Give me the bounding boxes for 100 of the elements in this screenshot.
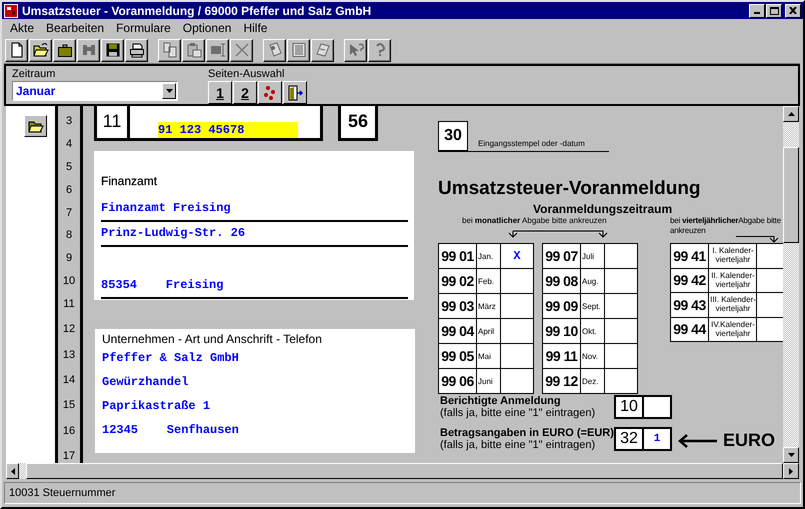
open-button[interactable] <box>24 115 47 137</box>
map-icon <box>314 42 330 58</box>
line-number: 16 <box>62 424 76 439</box>
close-icon <box>789 7 797 14</box>
address-line[interactable]: 12345 Senfhausen <box>102 421 409 445</box>
app-icon <box>4 4 18 18</box>
binoculars-icon <box>80 42 96 58</box>
page-button[interactable]: 1 <box>208 81 232 104</box>
tax-number-field[interactable]: 91 123 45678 <box>158 122 298 138</box>
scroll-thumb[interactable] <box>783 147 799 243</box>
open-folder-icon <box>28 119 44 133</box>
address-line[interactable]: Prinz-Ludwig-Str. 26 <box>101 224 408 247</box>
table-cell: Feb. <box>477 269 501 293</box>
scroll-down-button[interactable] <box>783 447 799 463</box>
page-button[interactable]: 2 <box>233 81 257 104</box>
table-cell: II. Kalender-vierteljahr <box>709 268 757 292</box>
line-number: 7 <box>64 206 74 221</box>
arrow-label: EURO <box>723 430 776 451</box>
maximize-button[interactable] <box>766 4 782 18</box>
briefcase-icon <box>56 42 72 58</box>
table-cell: Aug. <box>581 269 605 293</box>
table-cell: Jan. <box>477 244 501 268</box>
address-line[interactable]: Paprikastraße 1 <box>102 397 409 421</box>
instruction-text: bei vierteljährlicherAbgabe bitte ankreuzen <box>670 216 782 236</box>
scroll-up-button[interactable] <box>783 106 799 122</box>
line-number: 5 <box>64 160 74 175</box>
instruction-text: (falls ja, bitte eine "1" eintragen) <box>440 407 596 419</box>
address-line[interactable]: Gewürzhandel <box>102 373 409 397</box>
menu-item[interactable]: Hilfe <box>237 20 274 34</box>
menu-item[interactable]: Formulare <box>110 20 177 34</box>
input-field[interactable]: X <box>501 244 533 268</box>
help-pointer-icon <box>348 42 364 58</box>
window-title: Umsatzsteuer - Voranmeldung / 69000 Pfeffer und Salz GmbH <box>22 4 372 18</box>
arrow-left-icon <box>677 433 719 449</box>
address-line[interactable]: 85354 Freising <box>101 276 408 299</box>
scroll-left-button[interactable] <box>6 463 19 479</box>
document-icon <box>266 42 282 58</box>
field-label: Berichtigte Anmeldung <box>440 395 562 407</box>
table-cell: Juli <box>581 244 605 268</box>
exit-door-icon <box>287 84 303 100</box>
status-text: 10031 Steuernummer <box>8 487 116 499</box>
field-label: Zeitraum <box>12 68 56 80</box>
table-cell: März <box>477 294 501 318</box>
table-cell: IV.Kalender-vierteljahr <box>709 318 757 341</box>
line-number: 13 <box>62 348 76 363</box>
table-cell: 99 41 <box>671 244 709 268</box>
table-cell: 99 12 <box>543 369 581 393</box>
toolbar-button[interactable] <box>125 38 148 62</box>
table-cell: 99 07 <box>543 244 581 268</box>
instruction-text: bei monatlicher Abgabe bitte ankreuzen <box>462 216 607 226</box>
toolbar-button[interactable] <box>29 38 52 62</box>
line-number: 6 <box>64 182 74 198</box>
dropdown-button[interactable] <box>162 83 176 99</box>
table-cell: 99 11 <box>543 344 581 368</box>
instruction-text: (falls ja, bitte eine "1" eintragen) <box>440 439 596 451</box>
scroll-right-button[interactable] <box>783 463 799 479</box>
menu-item[interactable]: Bearbeiten <box>40 20 110 34</box>
table-cell: 99 02 <box>439 269 477 293</box>
line-number: 9 <box>64 251 74 266</box>
address-line[interactable]: Pfeffer & Salz GmbH <box>102 349 409 373</box>
toolbar-button[interactable] <box>5 38 28 62</box>
caret-down-icon <box>166 89 172 93</box>
menu-item[interactable]: Akte <box>4 20 40 34</box>
maximize-icon <box>770 6 778 14</box>
paste-icon <box>186 42 202 58</box>
form-subtitle: Voranmeldungszeitraum <box>533 202 672 216</box>
field-label: Betragsangaben in EURO (=EUR) <box>440 427 612 439</box>
dropdown-value: Januar <box>15 84 56 98</box>
minimize-button[interactable] <box>749 4 765 18</box>
field-label: Eingangsstempel oder -datum <box>478 139 585 148</box>
address-line[interactable]: Finanzamt Freising <box>101 199 408 222</box>
field-code: 11 <box>97 106 130 138</box>
menu-item[interactable]: Optionen <box>176 20 238 34</box>
table-cell: Mai <box>477 344 501 368</box>
panel-heading: Unternehmen - Art und Anschrift - Telefon <box>102 331 323 348</box>
arrow-up-icon <box>788 112 794 116</box>
table-cell: Nov. <box>581 344 605 368</box>
line-number: 8 <box>64 228 74 244</box>
close-button[interactable] <box>785 4 801 18</box>
arrow-right-icon <box>789 468 793 474</box>
toolbar-button[interactable] <box>53 38 76 62</box>
toolbar-button[interactable] <box>101 38 124 62</box>
vertical-scrollbar[interactable] <box>783 106 799 463</box>
arrow-left-icon <box>10 468 14 474</box>
table-cell: III. Kalender-vierteljahr <box>709 293 757 316</box>
line-number: 3 <box>64 114 74 129</box>
table-cell: 99 06 <box>439 369 477 393</box>
line-number: 11 <box>62 297 76 312</box>
arrow-down-icon <box>788 453 794 457</box>
new-file-icon <box>8 42 24 58</box>
table-cell: 99 03 <box>439 294 477 318</box>
period-dropdown[interactable]: Januar <box>12 81 178 101</box>
table-cell: 99 44 <box>671 318 709 341</box>
table-cell: Dez. <box>581 369 605 393</box>
table-cell: 99 05 <box>439 344 477 368</box>
table-cell: 99 10 <box>543 319 581 343</box>
toolbar-button[interactable] <box>258 81 282 104</box>
table-cell: Okt. <box>581 319 605 343</box>
toolbar-button[interactable] <box>283 81 307 104</box>
table-cell: I. Kalender-vierteljahr <box>709 244 757 268</box>
